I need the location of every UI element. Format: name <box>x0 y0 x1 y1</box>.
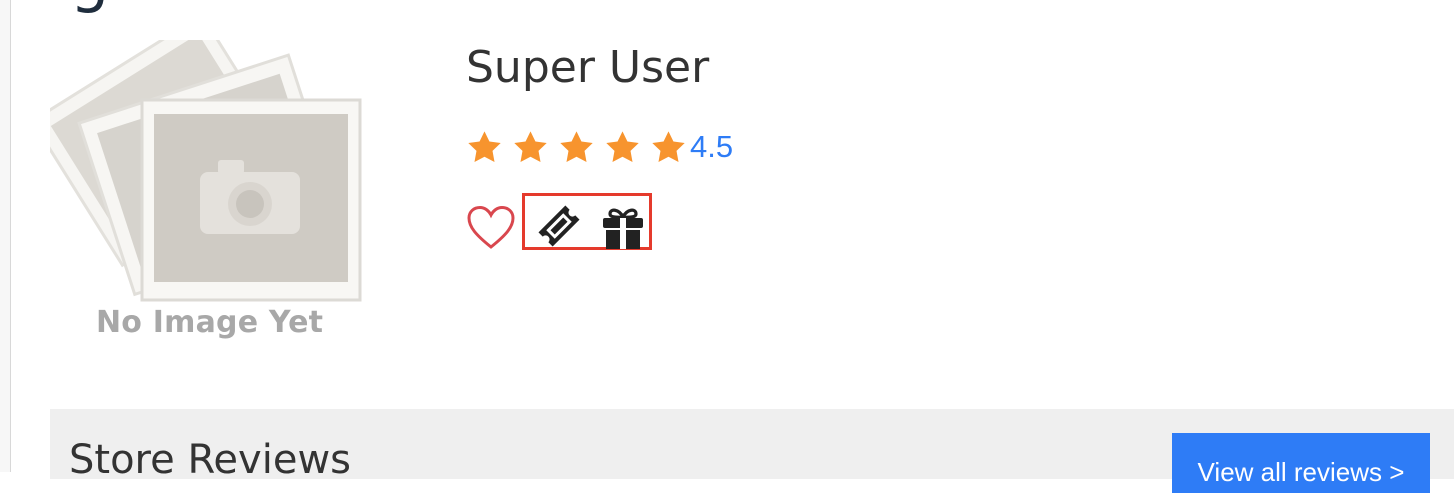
store-name: Super User <box>466 42 710 93</box>
no-image-text: No Image Yet <box>96 305 324 340</box>
star-icon <box>468 130 501 162</box>
view-all-reviews-button[interactable]: View all reviews > <box>1172 433 1430 493</box>
rating: 4.5 <box>466 127 733 167</box>
star-icon <box>560 130 593 162</box>
cut-off-heading: g <box>70 0 109 10</box>
star-icon <box>652 130 685 162</box>
store-reviews-title: Store Reviews <box>69 437 351 483</box>
store-reviews-section: Store Reviews View all reviews > <box>50 409 1454 493</box>
page-left-border <box>0 0 11 472</box>
rating-value[interactable]: 4.5 <box>690 127 733 167</box>
gift-icon[interactable] <box>600 206 646 250</box>
heart-outline-icon[interactable] <box>466 205 516 251</box>
star-icon <box>606 130 639 162</box>
ticket-icon[interactable] <box>536 203 582 249</box>
star-icon <box>514 130 547 162</box>
